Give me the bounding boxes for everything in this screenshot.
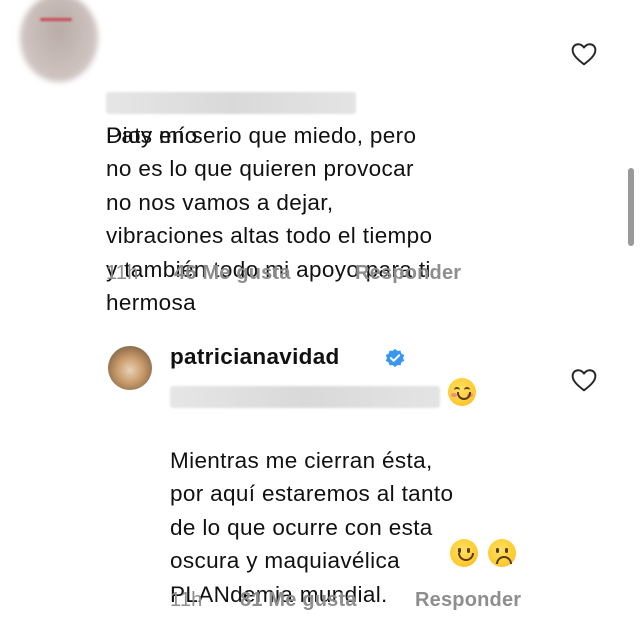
likes-count[interactable]: 46 Me gusta — [174, 262, 291, 285]
avatar-story-ring — [40, 18, 72, 21]
comment-meta: 11h — [106, 262, 139, 285]
comment-text: Dios mío Paty en serio que miedo, pero n… — [106, 18, 526, 320]
likes-count[interactable]: 81 Me gusta — [240, 589, 357, 612]
redacted-username — [106, 92, 356, 115]
smiling-blush-emoji-icon — [448, 378, 477, 406]
comment-time: 11h — [170, 589, 203, 611]
comment-meta: 11h — [170, 589, 203, 612]
heart-outline-icon[interactable] — [571, 368, 597, 392]
reply-button[interactable]: Responder — [415, 589, 521, 612]
slightly-smiling-emoji-icon — [450, 539, 478, 567]
comment-username[interactable]: patricianavidad — [170, 344, 340, 370]
heart-outline-icon[interactable] — [571, 42, 597, 66]
comment-text: Mientras me cierran ésta, por aquí estar… — [170, 410, 550, 611]
comment-text-body: Mientras me cierran ésta, por aquí estar… — [170, 447, 454, 607]
avatar[interactable] — [20, 0, 98, 82]
reply-button[interactable]: Responder — [355, 262, 461, 285]
verified-badge-icon — [385, 348, 405, 368]
redacted-mention — [170, 385, 440, 408]
comment-text-rest: Paty en serio que miedo, pero no es lo q… — [106, 122, 433, 316]
scrollbar[interactable] — [628, 168, 634, 246]
comment-time: 11h — [106, 262, 139, 284]
slightly-frowning-emoji-icon — [488, 539, 517, 567]
avatar[interactable] — [108, 346, 152, 390]
